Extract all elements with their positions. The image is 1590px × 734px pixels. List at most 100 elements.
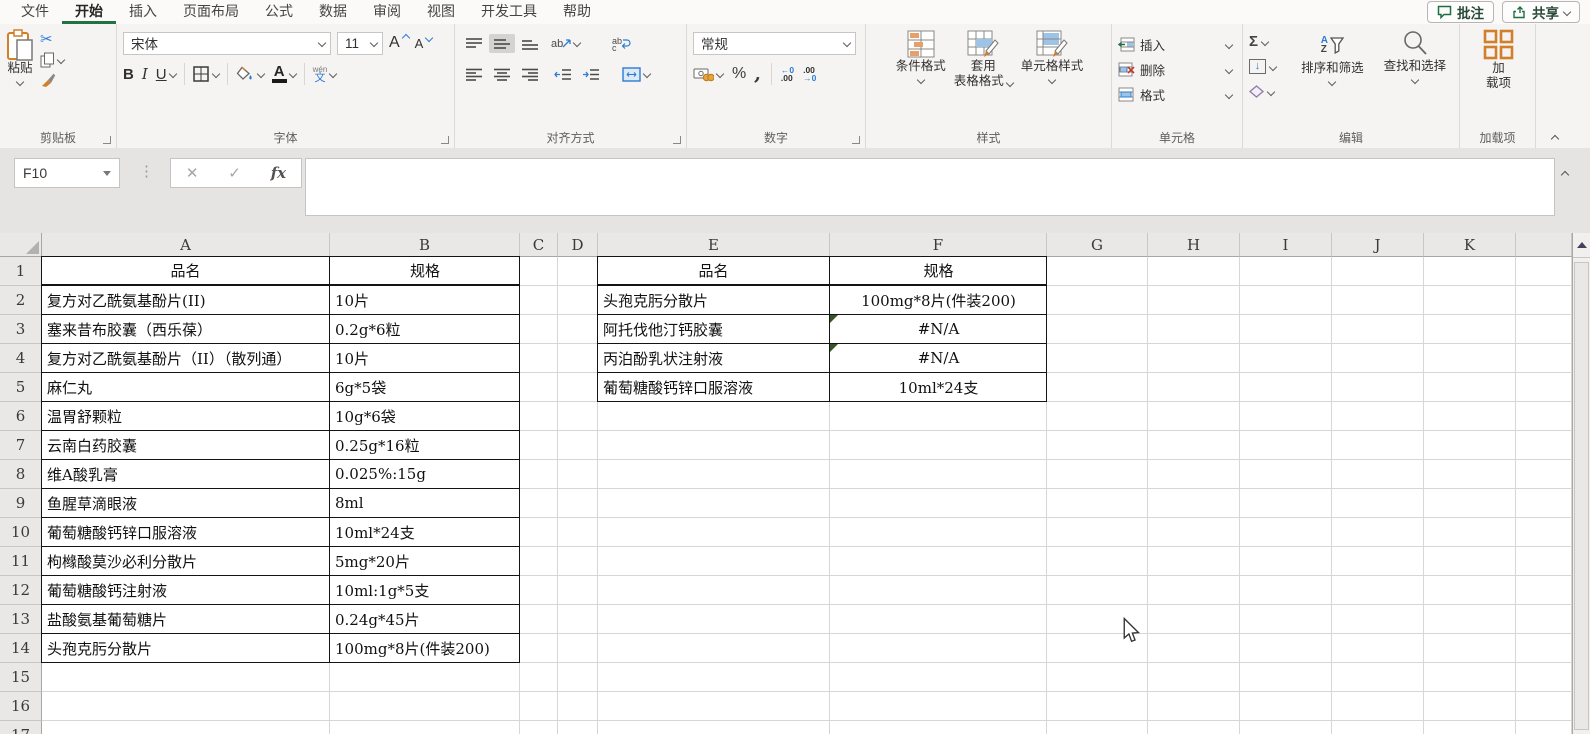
cell-G9[interactable]	[1047, 489, 1148, 518]
cell-D12[interactable]	[558, 576, 598, 605]
cell-D3[interactable]	[558, 315, 598, 344]
row-header-10[interactable]: 10	[0, 518, 42, 547]
column-header-G[interactable]: G	[1047, 233, 1148, 257]
cell-J11[interactable]	[1332, 547, 1424, 576]
cell-H2[interactable]	[1148, 286, 1240, 315]
format-painter-button[interactable]	[40, 73, 56, 88]
table-data-cell[interactable]: 葡萄糖酸钙锌口服溶液	[598, 373, 830, 402]
cell-J14[interactable]	[1332, 634, 1424, 663]
cell-E8[interactable]	[598, 460, 830, 489]
row-header-8[interactable]: 8	[0, 460, 42, 489]
cell-L7[interactable]	[1516, 431, 1572, 460]
cell-H1[interactable]	[1148, 257, 1240, 286]
comments-button[interactable]: 批注	[1427, 1, 1494, 23]
font-dialog-launcher[interactable]	[441, 136, 449, 144]
table-data-cell[interactable]: 维A酸乳膏	[42, 460, 330, 489]
cell-J13[interactable]	[1332, 605, 1424, 634]
font-size-select[interactable]: 11	[337, 31, 383, 55]
merge-center-button[interactable]	[622, 66, 652, 82]
table-data-cell[interactable]: 5mg*20片	[330, 547, 520, 576]
cell-E14[interactable]	[598, 634, 830, 663]
cell-K13[interactable]	[1424, 605, 1516, 634]
table-data-cell[interactable]: 云南白药胶囊	[42, 431, 330, 460]
insert-cells-button[interactable]: 插入	[1118, 32, 1238, 57]
cell-F11[interactable]	[830, 547, 1047, 576]
scrollbar-thumb[interactable]	[1574, 262, 1589, 730]
table-data-cell[interactable]: 10片	[330, 344, 520, 373]
cell-F6[interactable]	[830, 402, 1047, 431]
column-header-C[interactable]: C	[520, 233, 558, 257]
row-header-2[interactable]: 2	[0, 286, 42, 315]
cell-F9[interactable]	[830, 489, 1047, 518]
cell-I6[interactable]	[1240, 402, 1332, 431]
table-header-cell[interactable]: 品名	[42, 257, 330, 286]
delete-cells-button[interactable]: 删除	[1118, 57, 1238, 82]
cell-G5[interactable]	[1047, 373, 1148, 402]
cell-I9[interactable]	[1240, 489, 1332, 518]
cell-K7[interactable]	[1424, 431, 1516, 460]
collapse-ribbon-button[interactable]	[1550, 134, 1560, 144]
cell-G8[interactable]	[1047, 460, 1148, 489]
percent-style-button[interactable]: %	[732, 65, 746, 83]
cell-J16[interactable]	[1332, 692, 1424, 721]
decrease-font-size-button[interactable]: A	[415, 33, 434, 51]
table-data-cell[interactable]: 温胃舒颗粒	[42, 402, 330, 431]
cell-J7[interactable]	[1332, 431, 1424, 460]
sort-filter-button[interactable]: AZ 排序和筛选	[1294, 29, 1371, 130]
ribbon-tab-帮助[interactable]: 帮助	[550, 0, 604, 24]
cell-L1[interactable]	[1516, 257, 1572, 286]
increase-decimal-button[interactable]: ←0.00	[781, 66, 794, 83]
column-header-H[interactable]: H	[1148, 233, 1240, 257]
cell-A16[interactable]	[42, 692, 330, 721]
cell-G16[interactable]	[1047, 692, 1148, 721]
cell-K15[interactable]	[1424, 663, 1516, 692]
cell-C14[interactable]	[520, 634, 558, 663]
cut-button[interactable]: ✂	[40, 32, 64, 47]
formula-bar-resize-handle[interactable]: ⋮	[139, 162, 154, 180]
table-data-cell[interactable]: 盐酸氨基葡萄糖片	[42, 605, 330, 634]
cell-C15[interactable]	[520, 663, 558, 692]
cell-K10[interactable]	[1424, 518, 1516, 547]
table-data-cell[interactable]: 0.025%:15g	[330, 460, 520, 489]
cell-I17[interactable]	[1240, 721, 1332, 734]
cell-A17[interactable]	[42, 721, 330, 734]
ribbon-tab-开发工具[interactable]: 开发工具	[468, 0, 550, 24]
cell-L5[interactable]	[1516, 373, 1572, 402]
increase-font-size-button[interactable]: A	[389, 33, 410, 52]
cell-L12[interactable]	[1516, 576, 1572, 605]
cell-J9[interactable]	[1332, 489, 1424, 518]
cell-E12[interactable]	[598, 576, 830, 605]
row-header-1[interactable]: 1	[0, 257, 42, 286]
cell-G11[interactable]	[1047, 547, 1148, 576]
table-data-cell[interactable]: 葡萄糖酸钙注射液	[42, 576, 330, 605]
font-name-select[interactable]: 宋体	[123, 31, 331, 55]
comma-style-button[interactable]: ,	[754, 63, 764, 86]
cell-I15[interactable]	[1240, 663, 1332, 692]
scroll-up-button[interactable]	[1573, 233, 1590, 258]
cell-G7[interactable]	[1047, 431, 1148, 460]
row-header-13[interactable]: 13	[0, 605, 42, 634]
cell-F12[interactable]	[830, 576, 1047, 605]
cell-C7[interactable]	[520, 431, 558, 460]
cell-C11[interactable]	[520, 547, 558, 576]
table-data-cell[interactable]: 10ml*24支	[830, 373, 1047, 402]
cell-J12[interactable]	[1332, 576, 1424, 605]
cell-D5[interactable]	[558, 373, 598, 402]
cell-D1[interactable]	[558, 257, 598, 286]
table-data-cell[interactable]: 麻仁丸	[42, 373, 330, 402]
table-data-cell[interactable]: 塞来昔布胶囊（西乐葆）	[42, 315, 330, 344]
table-data-cell[interactable]: 枸橼酸莫沙必利分散片	[42, 547, 330, 576]
cell-C12[interactable]	[520, 576, 558, 605]
decrease-indent-button[interactable]	[550, 65, 576, 84]
table-data-cell[interactable]: #N/A	[830, 344, 1047, 373]
table-data-cell[interactable]: 头孢克肟分散片	[598, 286, 830, 315]
cell-A15[interactable]	[42, 663, 330, 692]
formula-input[interactable]	[305, 158, 1555, 216]
cell-C1[interactable]	[520, 257, 558, 286]
decrease-decimal-button[interactable]: .00 →0	[803, 66, 816, 83]
wrap-text-button[interactable]: ab c	[608, 33, 635, 54]
cell-E9[interactable]	[598, 489, 830, 518]
cell-I5[interactable]	[1240, 373, 1332, 402]
cell-E6[interactable]	[598, 402, 830, 431]
table-data-cell[interactable]: 10片	[330, 286, 520, 315]
